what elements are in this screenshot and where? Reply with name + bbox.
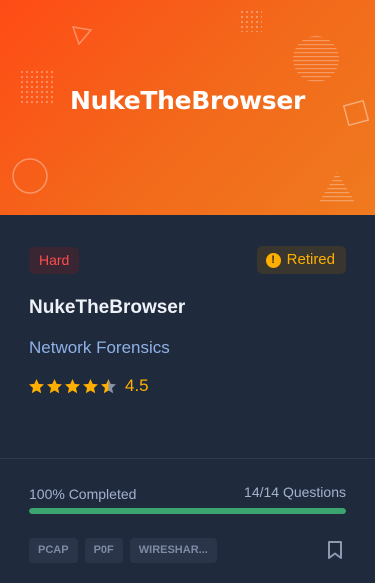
dot-grid-shape — [240, 8, 262, 32]
circle-outline-shape — [12, 158, 48, 194]
rating-stars — [28, 378, 117, 395]
divider — [0, 458, 375, 459]
questions-count: 14/14 Questions — [244, 484, 346, 500]
status-label: Retired — [286, 251, 335, 268]
star-full-icon — [47, 378, 62, 393]
exclamation-circle-icon: ! — [265, 252, 281, 268]
challenge-title[interactable]: NukeTheBrowser — [29, 297, 185, 319]
challenge-category: Network Forensics — [29, 338, 170, 357]
star-full-icon — [29, 378, 44, 393]
banner-title: NukeTheBrowser — [69, 86, 306, 115]
triangle-outline-shape — [71, 26, 93, 46]
status-badge: ! Retired — [256, 246, 346, 274]
progress-bar — [29, 508, 346, 514]
rating: 4.5 — [28, 376, 149, 396]
star-full-icon — [83, 378, 98, 393]
challenge-card[interactable]: NukeTheBrowser Hard ! Retired NukeTheBro… — [0, 0, 375, 583]
difficulty-badge: Hard — [29, 247, 80, 274]
bookmark-icon[interactable] — [326, 540, 344, 560]
tag-list: PCAP P0F WIRESHAR... — [29, 538, 217, 563]
banner: NukeTheBrowser — [0, 0, 375, 215]
progress-bar-fill — [29, 508, 346, 514]
completion-label: 100% Completed — [29, 486, 137, 502]
tag-chip[interactable]: P0F — [84, 538, 123, 563]
rating-value: 4.5 — [125, 376, 149, 395]
striped-triangle-shape — [318, 172, 356, 204]
star-half-icon — [101, 378, 116, 393]
striped-circle-shape — [293, 36, 339, 82]
tag-chip[interactable]: PCAP — [29, 538, 78, 563]
star-full-icon — [65, 378, 80, 393]
tag-chip[interactable]: WIRESHAR... — [129, 538, 217, 563]
